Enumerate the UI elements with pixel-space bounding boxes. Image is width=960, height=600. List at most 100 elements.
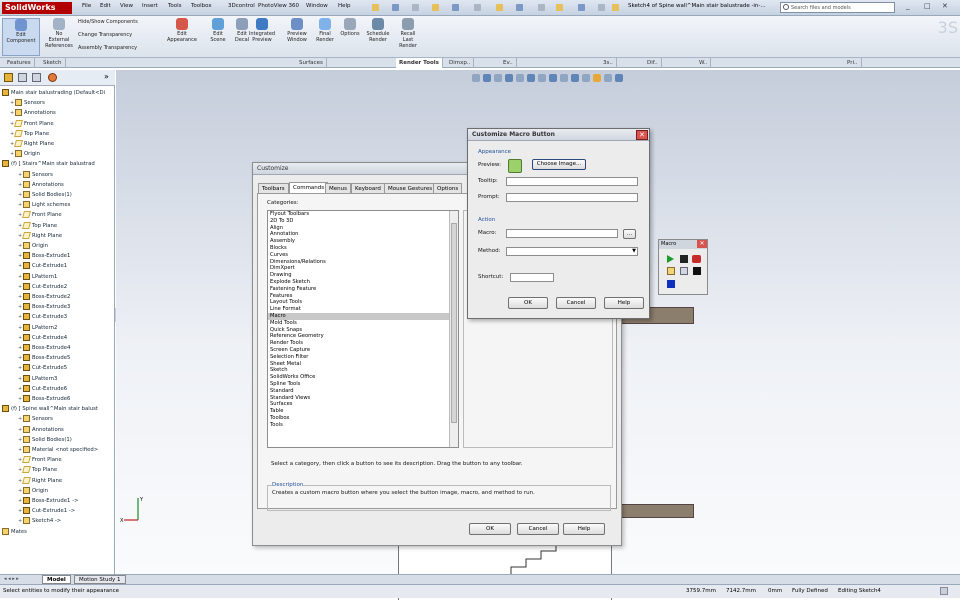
menu-help[interactable]: Help (338, 3, 351, 9)
categories-list[interactable]: Flyout Toolbars 2D To 3D Align Annotation As… (267, 210, 459, 448)
category-item[interactable]: Reference Geometry (268, 333, 458, 340)
tab-mouse-gestures[interactable]: Mouse Gestures (384, 183, 437, 193)
category-item[interactable]: Features (268, 293, 458, 300)
custom-macro-icon[interactable] (667, 280, 675, 288)
tab-pri-[interactable]: Pri.. (844, 58, 862, 68)
close-icon[interactable]: ✕ (636, 130, 648, 140)
tree-item[interactable]: + Front Plane (18, 210, 62, 220)
category-item[interactable]: 2D To 3D (268, 218, 458, 225)
category-item[interactable]: Line Format (268, 306, 458, 313)
minimize-icon[interactable]: _ (906, 2, 910, 10)
tree-item[interactable]: + Boss-Extrude5 (18, 353, 70, 363)
tab-toolbars[interactable]: Toolbars (258, 183, 289, 193)
help-icon[interactable] (940, 587, 948, 595)
hide-show-components-button[interactable]: Hide/Show Components (78, 19, 138, 25)
tab-ev-[interactable]: Ev.. (500, 58, 517, 68)
menu-view[interactable]: View (120, 3, 133, 9)
stair-tread-lower[interactable] (621, 504, 694, 518)
tree-item[interactable]: + Sensors (10, 98, 45, 108)
tree-item[interactable]: + Solid Bodies(1) (18, 190, 72, 200)
browse-macro-button[interactable]: ... (623, 229, 636, 239)
tab-features[interactable]: Features (4, 58, 35, 68)
quick-access-icon[interactable] (412, 4, 419, 11)
category-item[interactable]: Selection Filter (268, 354, 458, 361)
tree-item[interactable]: + Annotations (10, 108, 56, 118)
category-item[interactable]: Screen Capture (268, 347, 458, 354)
tab-menus[interactable]: Menus (325, 183, 351, 193)
category-item[interactable]: Assembly (268, 238, 458, 245)
view-tool-icon[interactable] (516, 74, 524, 82)
configuration-manager-icon[interactable] (32, 73, 41, 82)
tab-sketch[interactable]: Sketch (40, 58, 66, 68)
view-tool-icon[interactable] (615, 74, 623, 82)
quick-access-icon[interactable] (538, 4, 545, 11)
view-tool-icon[interactable] (604, 74, 612, 82)
tree-item[interactable]: + Origin (10, 149, 40, 159)
category-item[interactable]: Surfaces (268, 401, 458, 408)
tree-item[interactable]: + Cut-Extrude3 (18, 312, 67, 322)
tab-keyboard[interactable]: Keyboard (351, 183, 385, 193)
restore-icon[interactable]: □ (924, 2, 931, 10)
tab-options[interactable]: Options (433, 183, 463, 193)
tab-scroll-arrows[interactable]: ◂ ◂ ▸ ▸ (4, 576, 19, 582)
category-item[interactable]: Tools (268, 422, 458, 429)
expand-panel-icon[interactable]: » (104, 72, 109, 81)
tab-surfaces[interactable]: Surfaces (296, 58, 327, 68)
category-item[interactable]: Annotation (268, 231, 458, 238)
tab-3s-[interactable]: 3s.. (600, 58, 617, 68)
quick-access-icon[interactable] (452, 4, 459, 11)
macro-help-button[interactable]: Help (604, 297, 644, 309)
view-tool-icon[interactable] (549, 74, 557, 82)
category-item[interactable]: Blocks (268, 245, 458, 252)
tree-item[interactable]: (f) [ Spine wall^Main stair balust (2, 404, 98, 414)
tree-item[interactable]: Main stair balustrading (Default<Di (2, 88, 105, 98)
window-controls[interactable]: _ □ ✕ (900, 2, 958, 14)
tree-item[interactable]: + Cut-Extrude6 (18, 384, 67, 394)
quick-access-icon[interactable] (432, 4, 439, 11)
macro-cancel-button[interactable]: Cancel (556, 297, 596, 309)
tree-item[interactable]: + Boss-Extrude1 (18, 251, 70, 261)
tree-item[interactable]: + Sensors (18, 414, 53, 424)
menu-window[interactable]: Window (306, 3, 328, 9)
help-button[interactable]: Help (563, 523, 605, 535)
tree-item[interactable]: + Cut-Extrude2 (18, 282, 67, 292)
quick-access-icon[interactable] (578, 4, 585, 11)
method-select[interactable]: ▼ (506, 247, 638, 256)
quick-access-icon[interactable] (496, 4, 503, 11)
close-icon[interactable]: ✕ (942, 2, 948, 10)
tab-w-[interactable]: W.. (696, 58, 712, 68)
edit-component-button[interactable]: Edit Component (2, 18, 40, 56)
tree-item[interactable]: + LPattern2 (18, 323, 57, 333)
view-tool-icon[interactable] (571, 74, 579, 82)
view-tool-icon[interactable] (527, 74, 535, 82)
quick-access-icon[interactable] (598, 4, 605, 11)
view-tool-icon[interactable] (560, 74, 568, 82)
edit-macro-icon[interactable] (680, 267, 688, 275)
new-macro-icon[interactable] (667, 267, 675, 275)
category-item[interactable]: Curves (268, 252, 458, 259)
ok-button[interactable]: OK (469, 523, 511, 535)
no-external-references-button[interactable]: No External References (42, 18, 76, 56)
tree-item[interactable]: + Material <not specified> (18, 445, 98, 455)
tree-item[interactable]: + Right Plane (10, 139, 54, 149)
search-input[interactable]: Search files and models (780, 2, 895, 13)
category-item[interactable]: Flyout Toolbars (268, 211, 458, 218)
menu-photoview-360[interactable]: PhotoView 360 (258, 3, 299, 9)
quick-access-icon[interactable] (556, 4, 563, 11)
tree-item[interactable]: + Origin (18, 241, 48, 251)
tree-item[interactable]: + Annotations (18, 180, 64, 190)
edit-appearance-button[interactable]: Edit Appearance (166, 18, 198, 43)
change-transparency-button[interactable]: Change Transparency (78, 32, 132, 38)
menu-tools[interactable]: Tools (168, 3, 182, 9)
tree-item[interactable]: + Boss-Extrude6 (18, 394, 70, 404)
tree-item[interactable]: + Origin (18, 486, 48, 496)
view-tool-icon[interactable] (593, 74, 601, 82)
recall-last-render-button[interactable]: Recall Last Render (392, 18, 424, 49)
stop-macro-icon[interactable] (680, 255, 688, 263)
tree-item[interactable]: + Annotations (18, 425, 64, 435)
category-item[interactable]: Standard Views (268, 395, 458, 402)
tree-item[interactable]: + Boss-Extrude2 (18, 292, 70, 302)
macro-ok-button[interactable]: OK (508, 297, 548, 309)
menu-3dcontrol[interactable]: 3Dcontrol (228, 3, 255, 9)
tree-item[interactable]: + Top Plane (10, 129, 49, 139)
